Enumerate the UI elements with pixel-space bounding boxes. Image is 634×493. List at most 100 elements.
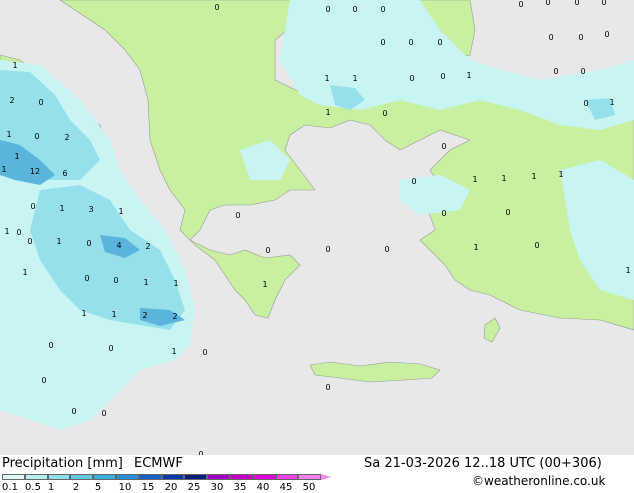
precip-value-label: 0 <box>84 274 90 283</box>
precip-value-label: 0 <box>265 246 271 255</box>
precipitation-map: 0 0 0 0 0 0 0 0 0 0 0 0 0 0 1 1 1 0 0 1 0 0 2 0 1 0 0 1 1 0 2 1 1 12 6 0 0 1 1… <box>0 0 634 455</box>
legend-swatch <box>230 474 253 480</box>
land-rhodes <box>483 317 501 343</box>
precip-value-label: 1 <box>6 130 12 139</box>
legend-swatch <box>24 474 48 480</box>
precip-value-label: 0 <box>441 209 447 218</box>
precip-value-label: 0 <box>71 407 77 416</box>
precip-value-label: 0 <box>34 132 40 141</box>
precip-value-label: 1 <box>81 309 87 318</box>
legend-swatch <box>161 474 185 480</box>
precip-value-label: 1 <box>12 61 18 70</box>
precip-value-label: 1 <box>466 71 472 80</box>
legend-swatch <box>2 474 25 480</box>
precip-value-label: 1 <box>1 165 7 174</box>
legend-tick-label: 0.1 <box>2 482 18 493</box>
legend-tick-label: 5 <box>94 482 102 493</box>
legend-swatch <box>184 474 208 480</box>
land-crete <box>309 361 441 383</box>
precip-value-label: 1 <box>59 204 65 213</box>
map-title: Precipitation [mm] <box>2 456 123 471</box>
precip-value-label: 0 <box>38 98 44 107</box>
legend-tick-label: 35 <box>233 482 247 493</box>
legend-tick-label: 40 <box>256 482 270 493</box>
legend-tick-label: 10 <box>118 482 132 493</box>
valid-time: Sa 21-03-2026 12..18 UTC (00+306) <box>364 456 602 471</box>
precip-value-label: 1 <box>4 227 10 236</box>
legend-swatch <box>298 474 322 480</box>
model-name: ECMWF <box>134 456 183 471</box>
precip-value-label: 0 <box>583 99 589 108</box>
precip-value-label: 1 <box>325 108 331 117</box>
precip-value-label: 1 <box>262 280 268 289</box>
precip-value-label: 0 <box>48 341 54 350</box>
legend-swatch <box>47 474 71 480</box>
precip-value-label: 0 <box>325 383 331 392</box>
legend-tick-label: 20 <box>164 482 178 493</box>
precip-value-label: 0 <box>409 74 415 83</box>
credit: ©weatheronline.co.uk <box>472 474 606 488</box>
precip-value-label: 0 <box>41 376 47 385</box>
precip-value-label: 0 <box>437 38 443 47</box>
precip-value-label: 0 <box>384 245 390 254</box>
precip-value-label: 0 <box>101 409 107 418</box>
precip-value-label: 1 <box>324 74 330 83</box>
legend-tick-label: 0.5 <box>25 482 41 493</box>
precip-value-label: 6 <box>62 169 68 178</box>
precip-value-label: 0 <box>411 177 417 186</box>
precip-value-label: 0 <box>380 5 386 14</box>
precip-value-label: 2 <box>145 242 151 251</box>
precip-value-label: 0 <box>518 0 524 9</box>
precip-value-label: 0 <box>574 0 580 7</box>
precip-value-label: 1 <box>171 347 177 356</box>
precip-value-label: 2 <box>142 311 148 320</box>
precip-value-label: 0 <box>352 5 358 14</box>
precip-value-label: 0 <box>86 239 92 248</box>
legend-tick-label: 1 <box>47 482 55 493</box>
precip-value-label: 0 <box>382 109 388 118</box>
legend-footer: Precipitation [mm] ECMWF Sa 21-03-2026 1… <box>0 455 634 493</box>
precip-value-label: 1 <box>558 170 564 179</box>
precip-value-label: 1 <box>609 98 615 107</box>
precip-value-label: 4 <box>116 241 122 250</box>
precip-value-label: 0 <box>214 3 220 12</box>
precip-value-label: 0 <box>601 0 607 7</box>
legend-tick-label: 45 <box>279 482 293 493</box>
precip-value-label: 0 <box>325 5 331 14</box>
legend-arrow <box>321 474 332 480</box>
precip-value-label: 3 <box>88 205 94 214</box>
precip-value-label: 0 <box>505 208 511 217</box>
precip-value-label: 2 <box>172 312 178 321</box>
legend-swatch <box>207 474 230 480</box>
precip-value-label: 0 <box>604 30 610 39</box>
precip-value-label: 1 <box>531 172 537 181</box>
map-graphic <box>0 0 634 430</box>
precip-value-label: 1 <box>352 74 358 83</box>
precip-value-label: 0 <box>113 276 119 285</box>
precip-value-label: 0 <box>408 38 414 47</box>
precip-value-label: 0 <box>325 245 331 254</box>
precip-value-label: 2 <box>64 133 70 142</box>
color-scale-bar <box>2 474 334 481</box>
precip-value-label: 2 <box>9 96 15 105</box>
precip-value-label: 0 <box>108 344 114 353</box>
legend-tick-label: 50 <box>302 482 316 493</box>
precip-value-label: 0 <box>548 33 554 42</box>
precip-value-label: 0 <box>202 348 208 357</box>
legend-swatch <box>93 474 116 480</box>
precip-value-label: 0 <box>580 67 586 76</box>
precip-value-label: 1 <box>22 268 28 277</box>
precip-value-label: 0 <box>380 38 386 47</box>
precip-value-label: 1 <box>14 152 20 161</box>
legend-tick-label: 2 <box>72 482 80 493</box>
precip-value-label: 0 <box>30 202 36 211</box>
legend-tick-label: 30 <box>210 482 224 493</box>
precip-value-label: 1 <box>473 243 479 252</box>
precip-value-label: 0 <box>534 241 540 250</box>
legend-swatch <box>70 474 94 480</box>
precip-value-label: 12 <box>29 167 41 176</box>
precip-value-label: 1 <box>472 175 478 184</box>
legend-tick-label: 25 <box>187 482 201 493</box>
legend-swatch <box>252 474 276 480</box>
precip-value-label: 1 <box>143 278 149 287</box>
